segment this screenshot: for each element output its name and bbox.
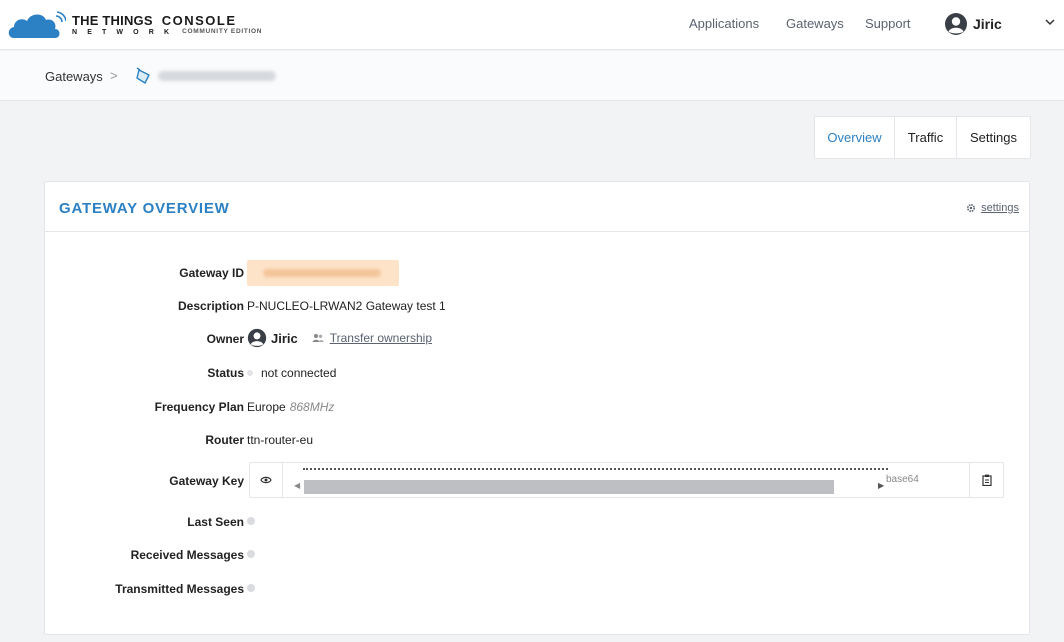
- user-avatar-icon: [945, 13, 967, 35]
- gateway-key-label: Gateway Key: [169, 474, 244, 488]
- edition-label: COMMUNITY EDITION: [182, 28, 263, 35]
- received-status-icon: [247, 550, 255, 558]
- settings-link-label: settings: [981, 202, 1019, 214]
- gateway-icon: [136, 67, 150, 84]
- breadcrumb-gateway-id-redacted[interactable]: [158, 71, 276, 81]
- received-messages-row: Received Messages: [45, 545, 1031, 565]
- breadcrumb-gateways[interactable]: Gateways: [45, 69, 103, 84]
- description-value: P-NUCLEO-LRWAN2 Gateway test 1: [247, 299, 446, 313]
- brand-network: N E T W O R K: [72, 29, 174, 36]
- frequency-mhz: 868MHz: [289, 400, 335, 414]
- owner-row: Owner Jiric Transfer ownership: [45, 328, 1031, 349]
- user-name: Jiric: [973, 16, 1002, 32]
- status-label: Status: [207, 366, 244, 380]
- status-dot-icon: [247, 370, 253, 376]
- breadcrumb-separator: >: [110, 68, 118, 83]
- nav-support[interactable]: Support: [865, 16, 911, 31]
- gateway-id-label: Gateway ID: [179, 266, 244, 280]
- card-title: GATEWAY OVERVIEW: [59, 200, 230, 217]
- eye-icon: [260, 476, 272, 484]
- chevron-down-icon[interactable]: [1045, 18, 1055, 26]
- card-header: GATEWAY OVERVIEW settings: [45, 182, 1029, 232]
- clipboard-icon: [981, 474, 992, 486]
- owner-label: Owner: [206, 332, 244, 346]
- cloud-logo-icon: [8, 11, 66, 38]
- frequency-label: Frequency Plan: [154, 400, 244, 414]
- last-seen-label: Last Seen: [187, 515, 244, 529]
- status-value: not connected: [261, 366, 337, 380]
- gateway-id-row: Gateway ID: [45, 260, 1031, 286]
- router-label: Router: [205, 433, 244, 447]
- top-bar: THE THINGS CONSOLE N E T W O R K COMMUNI…: [0, 0, 1064, 50]
- console-title: CONSOLE: [161, 13, 237, 28]
- transmitted-messages-label: Transmitted Messages: [115, 582, 244, 596]
- description-row: Description P-NUCLEO-LRWAN2 Gateway test…: [45, 296, 1031, 316]
- received-messages-label: Received Messages: [130, 548, 244, 562]
- owner-avatar-icon: [247, 328, 267, 348]
- transfer-ownership-link[interactable]: Transfer ownership: [330, 331, 432, 345]
- masked-key-value: [303, 468, 888, 472]
- nav-applications[interactable]: Applications: [689, 16, 759, 31]
- frequency-value: Europe: [247, 400, 286, 414]
- frequency-row: Frequency Plan Europe 868MHz: [45, 397, 1031, 417]
- key-encoding-toggle[interactable]: base64: [886, 474, 919, 485]
- gateway-overview-card: GATEWAY OVERVIEW settings Gateway ID Des…: [44, 181, 1030, 635]
- people-icon: [312, 334, 324, 342]
- scroll-right-icon[interactable]: ▶: [878, 481, 884, 490]
- owner-value: Jiric: [271, 330, 298, 346]
- tab-traffic[interactable]: Traffic: [894, 117, 956, 158]
- router-row: Router ttn-router-eu: [45, 430, 1031, 450]
- description-label: Description: [177, 299, 244, 313]
- transmitted-messages-row: Transmitted Messages: [45, 579, 1031, 599]
- tab-settings[interactable]: Settings: [956, 117, 1030, 158]
- status-row: Status not connected: [45, 363, 1031, 383]
- last-seen-row: Last Seen: [45, 512, 1031, 532]
- tab-overview[interactable]: Overview: [815, 117, 894, 158]
- breadcrumb: Gateways >: [0, 51, 1064, 101]
- ttn-logo[interactable]: THE THINGS CONSOLE N E T W O R K COMMUNI…: [8, 10, 262, 40]
- brand-name: THE THINGS: [72, 13, 153, 28]
- nav-gateways[interactable]: Gateways: [786, 16, 844, 31]
- scroll-left-icon[interactable]: ◀: [294, 481, 300, 490]
- tab-bar: Overview Traffic Settings: [814, 116, 1031, 159]
- settings-link[interactable]: settings: [966, 202, 1019, 214]
- gear-icon: [967, 203, 976, 213]
- key-scrollbar[interactable]: [304, 480, 834, 494]
- show-key-button[interactable]: [250, 463, 283, 497]
- last-seen-status-icon: [247, 517, 255, 525]
- gateway-key-field: ◀ ▶ base64: [249, 462, 1004, 498]
- gateway-id-value-redacted: [247, 260, 399, 286]
- transmitted-status-icon: [247, 584, 255, 592]
- user-menu[interactable]: Jiric: [944, 12, 1002, 36]
- copy-key-button[interactable]: [969, 463, 1003, 497]
- router-value: ttn-router-eu: [247, 433, 314, 447]
